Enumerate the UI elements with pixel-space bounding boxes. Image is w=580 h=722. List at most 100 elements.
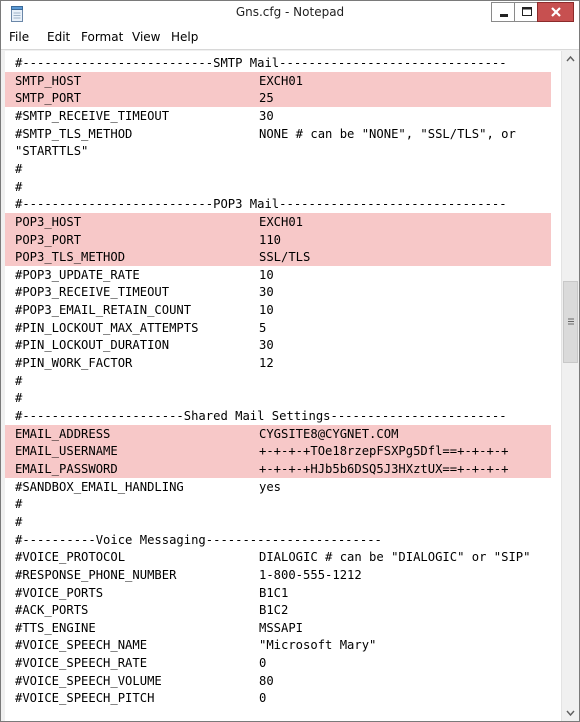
minimize-icon bbox=[500, 14, 508, 17]
config-value: 80 bbox=[259, 673, 274, 688]
config-value: 30 bbox=[259, 285, 274, 300]
text-line: #--------------------------POP3 Mail----… bbox=[5, 195, 551, 213]
minimize-button[interactable] bbox=[491, 2, 515, 22]
config-key: POP3_HOST bbox=[15, 214, 82, 229]
line-text: # bbox=[15, 391, 23, 406]
text-line: EMAIL_ADDRESS CYGSITE8@CYGNET.COM bbox=[5, 424, 551, 443]
maximize-button[interactable] bbox=[514, 2, 538, 22]
title-bar[interactable]: Gns.cfg - Notepad bbox=[1, 1, 579, 27]
config-key: #PIN_WORK_FACTOR bbox=[15, 356, 133, 370]
text-line: #SMTP_RECEIVE_TIMEOUT 30 bbox=[5, 107, 551, 125]
text-line: #RESPONSE_PHONE_NUMBER 1-800-555-1212 bbox=[5, 566, 551, 584]
config-value: 110 bbox=[259, 232, 282, 247]
text-line: # bbox=[5, 178, 551, 196]
config-key: #TTS_ENGINE bbox=[15, 620, 96, 635]
vertical-scrollbar[interactable] bbox=[561, 51, 579, 721]
close-button[interactable] bbox=[537, 2, 574, 22]
config-value: NONE # can be "NONE", "SSL/TLS", or bbox=[259, 126, 516, 141]
text-line: POP3_HOST EXCH01 bbox=[5, 212, 551, 231]
config-value: yes bbox=[259, 479, 282, 494]
line-text: #--------------------------SMTP Mail----… bbox=[15, 56, 507, 70]
config-key: #VOICE_PROTOCOL bbox=[15, 550, 126, 565]
config-key: #SANDBOX_EMAIL_HANDLING bbox=[15, 479, 184, 494]
line-text: "STARTTLS" bbox=[15, 144, 89, 159]
config-value: 10 bbox=[259, 303, 274, 318]
config-value: DIALOGIC # can be "DIALOGIC" or "SIP" bbox=[259, 550, 531, 565]
config-key: SMTP_HOST bbox=[15, 73, 82, 88]
config-key: SMTP_PORT bbox=[15, 91, 82, 106]
config-value: EXCH01 bbox=[259, 214, 304, 229]
line-text: # bbox=[15, 514, 23, 529]
line-text: # bbox=[15, 179, 23, 194]
text-line: #POP3_RECEIVE_TIMEOUT 30 bbox=[5, 283, 551, 301]
notepad-window: Gns.cfg - Notepad File Edit Format View … bbox=[0, 0, 580, 722]
config-key: #POP3_UPDATE_RATE bbox=[15, 267, 140, 282]
config-value: 25 bbox=[259, 91, 274, 106]
maximize-icon bbox=[522, 7, 532, 16]
text-line: #POP3_EMAIL_RETAIN_COUNT 10 bbox=[5, 301, 551, 319]
config-key: #VOICE_SPEECH_PITCH bbox=[15, 691, 155, 706]
text-line: #SANDBOX_EMAIL_HANDLING yes bbox=[5, 478, 551, 496]
config-value: B1C2 bbox=[259, 603, 289, 618]
text-line: # bbox=[5, 389, 551, 407]
config-key: #VOICE_SPEECH_NAME bbox=[15, 638, 148, 653]
config-key: #VOICE_SPEECH_RATE bbox=[15, 656, 148, 671]
text-line: #VOICE_SPEECH_NAME "Microsoft Mary" bbox=[5, 636, 551, 654]
config-key: #POP3_EMAIL_RETAIN_COUNT bbox=[15, 303, 192, 318]
config-value: SSL/TLS bbox=[259, 250, 311, 265]
menu-edit[interactable]: Edit bbox=[47, 30, 70, 44]
text-line: POP3_PORT 110 bbox=[5, 230, 551, 249]
text-line: #----------Voice Messaging--------------… bbox=[5, 531, 551, 549]
text-line: #VOICE_PORTS B1C1 bbox=[5, 584, 551, 602]
scroll-up-arrow-icon[interactable] bbox=[562, 51, 579, 68]
close-icon bbox=[551, 7, 561, 17]
config-value: 5 bbox=[259, 320, 267, 335]
line-text: # bbox=[15, 373, 23, 388]
menu-view[interactable]: View bbox=[132, 30, 160, 44]
config-key: EMAIL_ADDRESS bbox=[15, 426, 111, 441]
config-key: #VOICE_SPEECH_VOLUME bbox=[15, 673, 162, 688]
config-key: EMAIL_PASSWORD bbox=[15, 461, 118, 476]
config-value: B1C1 bbox=[259, 585, 289, 600]
config-value: 10 bbox=[259, 267, 274, 282]
config-value: 30 bbox=[259, 108, 274, 123]
config-key: #SMTP_TLS_METHOD bbox=[15, 126, 133, 141]
line-text: #--------------------------POP3 Mail----… bbox=[15, 197, 507, 212]
config-key: #PIN_LOCKOUT_MAX_ATTEMPTS bbox=[15, 320, 199, 335]
text-line: #VOICE_PROTOCOL DIALOGIC # can be "DIALOG… bbox=[5, 548, 551, 566]
menu-help[interactable]: Help bbox=[171, 30, 198, 44]
menu-bar: File Edit Format View Help bbox=[1, 27, 579, 50]
line-text: # bbox=[15, 161, 23, 176]
text-line: #VOICE_SPEECH_VOLUME 80 bbox=[5, 672, 551, 690]
config-key: #RESPONSE_PHONE_NUMBER bbox=[15, 567, 177, 582]
line-text: # bbox=[15, 497, 23, 512]
config-value: "Microsoft Mary" bbox=[259, 638, 377, 653]
config-key: POP3_TLS_METHOD bbox=[15, 250, 126, 265]
text-line: SMTP_PORT 25 bbox=[5, 89, 551, 108]
config-value: 0 bbox=[259, 656, 267, 671]
text-line: #PIN_LOCKOUT_MAX_ATTEMPTS 5 bbox=[5, 319, 551, 337]
config-value: 30 bbox=[259, 338, 274, 353]
text-line: SMTP_HOST EXCH01 bbox=[5, 71, 551, 90]
text-line: POP3_TLS_METHOD SSL/TLS bbox=[5, 248, 551, 267]
text-editor[interactable]: #--------------------------SMTP Mail----… bbox=[5, 51, 561, 721]
text-line: #VOICE_SPEECH_RATE 0 bbox=[5, 654, 551, 672]
config-key: EMAIL_USERNAME bbox=[15, 444, 118, 459]
config-value: 0 bbox=[259, 691, 267, 706]
menu-file[interactable]: File bbox=[9, 30, 29, 44]
config-key: #POP3_RECEIVE_TIMEOUT bbox=[15, 285, 170, 300]
scroll-grip-icon bbox=[568, 318, 574, 325]
menu-format[interactable]: Format bbox=[81, 30, 123, 44]
config-key: #PIN_LOCKOUT_DURATION bbox=[15, 338, 170, 353]
config-value: EXCH01 bbox=[259, 73, 304, 88]
text-line: #SMTP_TLS_METHOD NONE # can be "NONE", "S… bbox=[5, 125, 551, 143]
scrollbar-thumb[interactable] bbox=[563, 281, 578, 363]
text-line: # bbox=[5, 372, 551, 390]
text-line: "STARTTLS" bbox=[5, 142, 551, 160]
text-line: #TTS_ENGINE MSSAPI bbox=[5, 619, 551, 637]
config-key: POP3_PORT bbox=[15, 232, 82, 247]
text-line: #VOICE_SPEECH_PITCH 0 bbox=[5, 689, 551, 707]
config-value: +-+-+-+TOe18rzepFSXPg5Dfl==+-+-+-+ bbox=[259, 444, 509, 459]
text-line: EMAIL_PASSWORD +-+-+-+HJb5b6DSQ5J3HXztUX=… bbox=[5, 459, 551, 478]
scroll-down-arrow-icon[interactable] bbox=[562, 704, 579, 721]
